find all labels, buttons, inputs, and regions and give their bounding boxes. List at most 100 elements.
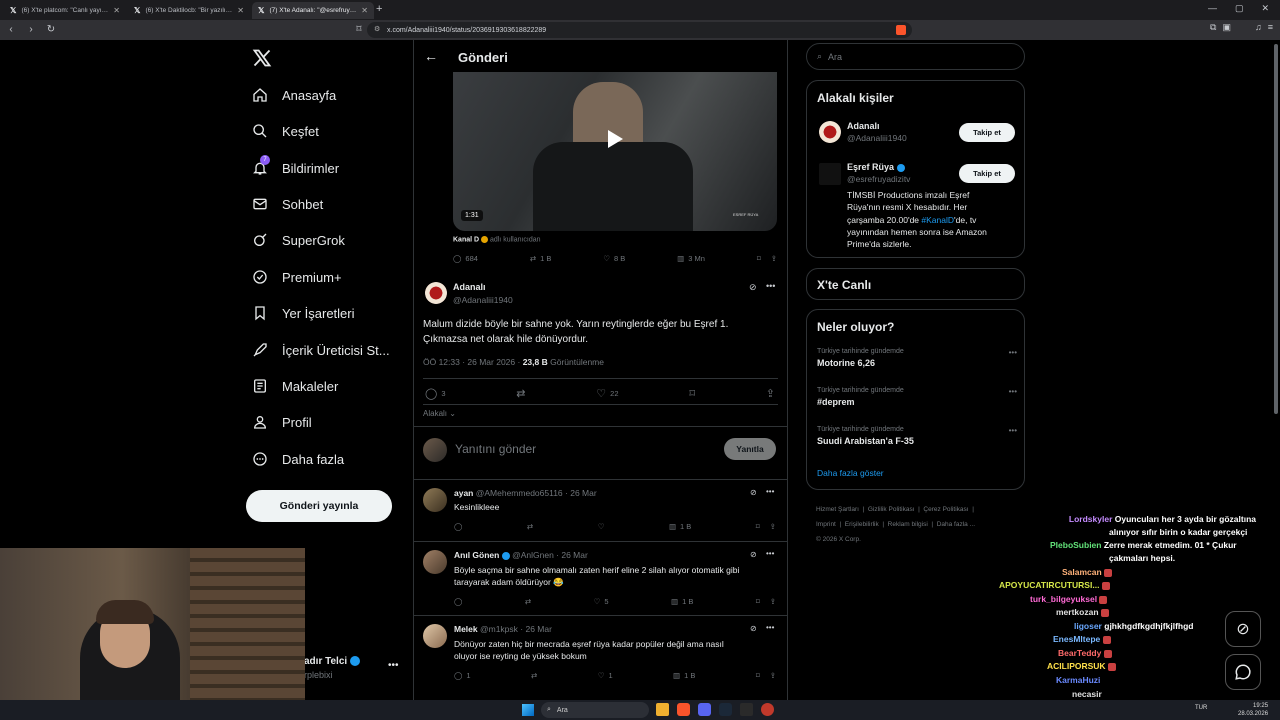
bookmark-icon[interactable]: ⌑ xyxy=(756,597,760,606)
browser-tab[interactable]: 𝕏 (6) X'te platcom: "Canlı yayında yüzü … xyxy=(4,2,126,19)
avatar[interactable] xyxy=(819,163,841,185)
nav-articles[interactable]: Makaleler xyxy=(250,371,338,401)
share-action[interactable]: ⇪ xyxy=(766,387,775,400)
chat-floating-button[interactable] xyxy=(1225,654,1261,690)
reload-icon[interactable]: ↻ xyxy=(44,22,58,38)
discord-icon[interactable] xyxy=(698,703,711,716)
more-icon[interactable]: ••• xyxy=(766,281,775,291)
post-author-handle[interactable]: @Adanaliii1940 xyxy=(453,295,513,305)
avatar[interactable] xyxy=(425,282,447,304)
sort-dropdown[interactable]: Alakalı ⌄ xyxy=(423,409,456,418)
reply-input[interactable]: Yanıtını gönder xyxy=(455,442,536,456)
grok-icon[interactable]: ⊘ xyxy=(749,282,757,293)
reply-item[interactable]: ayan @AMehemmedo65116 · 26 Mar ⊘ ••• Kes… xyxy=(414,480,787,542)
play-icon[interactable] xyxy=(605,128,625,150)
reply-author-name[interactable]: Melek xyxy=(454,624,478,634)
minimize-icon[interactable]: — xyxy=(1208,3,1217,14)
media-icon[interactable]: ♫ xyxy=(1255,22,1262,33)
views-action[interactable]: ▥ 1 B xyxy=(671,597,693,606)
x-logo-icon[interactable] xyxy=(252,48,272,68)
app-icon[interactable] xyxy=(740,703,753,716)
views-action[interactable]: ▥ 1 B xyxy=(673,671,695,680)
footer-link[interactable]: Daha fazla ... xyxy=(937,521,975,528)
bookmark-icon[interactable]: ⌑ xyxy=(757,254,761,263)
footer-link[interactable]: Erişilebilirlik xyxy=(845,521,879,528)
brave-shield-icon[interactable] xyxy=(896,25,906,35)
follow-button[interactable]: Takip et xyxy=(959,164,1015,183)
bookmark-action[interactable]: ⌑ xyxy=(689,387,695,400)
reply-action[interactable]: ◯ 684 xyxy=(453,254,478,263)
more-icon[interactable]: ••• xyxy=(766,487,774,496)
avatar[interactable] xyxy=(423,488,447,512)
nav-explore[interactable]: Keşfet xyxy=(250,116,319,146)
grok-icon[interactable]: ⊘ xyxy=(750,550,757,559)
footer-link[interactable]: Reklam bilgisi xyxy=(888,521,928,528)
new-tab-icon[interactable]: + xyxy=(376,3,382,15)
hashtag-link[interactable]: #KanalD xyxy=(921,215,954,225)
reply-author-name[interactable]: Anıl Gönen xyxy=(454,550,499,560)
language-indicator[interactable]: TUR xyxy=(1195,705,1207,711)
reply-action[interactable]: ◯ 3 xyxy=(425,387,445,400)
nav-supergrok[interactable]: SuperGrok xyxy=(250,225,345,255)
avatar[interactable] xyxy=(819,121,841,143)
more-icon[interactable]: ••• xyxy=(1009,348,1017,357)
footer-link[interactable]: Gizlilik Politikası xyxy=(868,506,915,513)
footer-link[interactable]: Hizmet Şartları xyxy=(816,506,859,513)
nav-bookmarks[interactable]: Yer İşaretleri xyxy=(250,298,355,328)
video-player[interactable]: 1:31 ESREF RÜYA xyxy=(453,72,777,231)
address-bar[interactable]: ⚙ x.com/Adanaliii1940/status/20369193036… xyxy=(367,22,912,38)
maximize-icon[interactable]: ▢ xyxy=(1235,3,1244,14)
account-switcher[interactable]: adır Telci xyxy=(304,656,360,667)
nav-premium[interactable]: Premium+ xyxy=(250,262,342,292)
footer-link[interactable]: Çerez Politikası xyxy=(923,506,968,513)
account-more-icon[interactable]: ••• xyxy=(388,660,399,671)
show-more-link[interactable]: Daha fazla göster xyxy=(817,468,884,478)
share-icon[interactable]: ⇪ xyxy=(770,671,776,680)
reply-button[interactable]: Yanıtla xyxy=(724,438,776,460)
browser-tab-active[interactable]: 𝕏 (7) X'te Adanalı: "@esrefruyadizi ✕ xyxy=(252,2,374,19)
person-name[interactable]: Adanalı xyxy=(847,121,880,131)
nav-home[interactable]: Anasayfa xyxy=(250,80,336,110)
repost-icon[interactable]: ⇄ xyxy=(525,597,531,606)
more-icon[interactable]: ••• xyxy=(766,623,774,632)
more-icon[interactable]: ••• xyxy=(1009,426,1017,435)
obs-icon[interactable] xyxy=(761,703,774,716)
taskbar-search[interactable]: ⌕ Ara xyxy=(541,702,649,718)
close-tab-icon[interactable]: ✕ xyxy=(361,6,368,15)
quoted-author[interactable]: Kanal D xyxy=(453,236,479,243)
views-action[interactable]: ▥ 1 B xyxy=(669,522,691,531)
post-author-name[interactable]: Adanalı xyxy=(453,282,486,292)
nav-more[interactable]: Daha fazla xyxy=(250,444,344,474)
grok-icon[interactable]: ⊘ xyxy=(750,624,757,633)
nav-creator-studio[interactable]: İçerik Üreticisi St... xyxy=(250,335,390,365)
views-action[interactable]: ▥ 3 Mn xyxy=(677,254,705,263)
back-arrow-icon[interactable]: ← xyxy=(424,48,438,64)
nav-chat[interactable]: Sohbet xyxy=(250,189,323,219)
nav-profile[interactable]: Profil xyxy=(250,407,312,437)
share-icon[interactable]: ⇪ xyxy=(771,254,777,263)
like-action[interactable]: ♡ 5 xyxy=(594,597,609,606)
person-name[interactable]: Eşref Rüya xyxy=(847,162,894,172)
more-icon[interactable]: ••• xyxy=(1009,387,1017,396)
trend-item[interactable]: Türkiye tarihinde gündemde Motorine 6,26… xyxy=(817,348,1017,368)
file-explorer-icon[interactable] xyxy=(656,703,669,716)
menu-icon[interactable]: ≡ xyxy=(1268,22,1273,33)
reply-action[interactable]: ◯ 1 xyxy=(454,671,471,680)
back-icon[interactable]: ‹ xyxy=(4,22,18,38)
avatar[interactable] xyxy=(423,550,447,574)
reply-icon[interactable]: ◯ xyxy=(454,522,462,531)
window-close-icon[interactable]: ✕ xyxy=(1262,3,1270,14)
trend-item[interactable]: Türkiye tarihinde gündemde #deprem ••• xyxy=(817,387,1017,407)
site-info-icon[interactable]: ⚙ xyxy=(374,25,380,33)
reply-icon[interactable]: ◯ xyxy=(454,597,462,606)
follow-button[interactable]: Takip et xyxy=(959,123,1015,142)
reply-item[interactable]: Melek @m1kpsk · 26 Mar ⊘ ••• Dönüyor zat… xyxy=(414,616,787,690)
post-button[interactable]: Gönderi yayınla xyxy=(246,490,392,522)
avatar[interactable] xyxy=(423,624,447,648)
windows-start-icon[interactable] xyxy=(522,704,534,716)
browser-tab[interactable]: 𝕏 (6) X'te Daktilocb: "Bir yazılımcı, Ma… xyxy=(128,2,250,19)
repost-action[interactable]: ⇄ xyxy=(516,387,525,400)
live-card[interactable]: X'te Canlı xyxy=(806,268,1025,300)
reply-author-name[interactable]: ayan xyxy=(454,488,473,498)
wallet-icon[interactable]: ▣ xyxy=(1222,22,1231,33)
